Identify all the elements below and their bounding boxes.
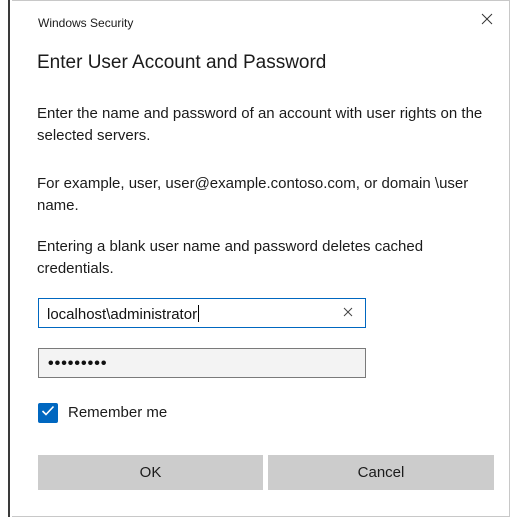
ok-button[interactable]: OK [38,455,263,490]
text-caret [198,305,200,322]
username-value: localhost\administrator [47,305,200,323]
dialog-heading: Enter User Account and Password [37,52,327,73]
password-input[interactable]: ••••••••• [38,348,366,378]
cancel-button[interactable]: Cancel [268,455,494,490]
close-icon [481,12,493,30]
windows-security-dialog: Windows Security Enter User Account and … [12,0,510,517]
close-button[interactable] [474,8,500,34]
instruction-text: Enter the name and password of an accoun… [37,105,483,144]
checkmark-icon [41,404,55,422]
blank-credentials-note: Entering a blank user name and password … [37,238,424,277]
username-input[interactable]: localhost\administrator [38,298,366,328]
window-title: Windows Security [38,16,134,30]
remember-me-checkbox[interactable] [38,403,58,423]
remember-me-label[interactable]: Remember me [68,404,167,421]
background-window-edge [0,0,12,517]
clear-icon [343,304,353,322]
example-text: For example, user, user@example.contoso.… [37,175,469,214]
clear-username-button[interactable] [337,302,359,324]
password-mask: ••••••••• [48,355,108,372]
